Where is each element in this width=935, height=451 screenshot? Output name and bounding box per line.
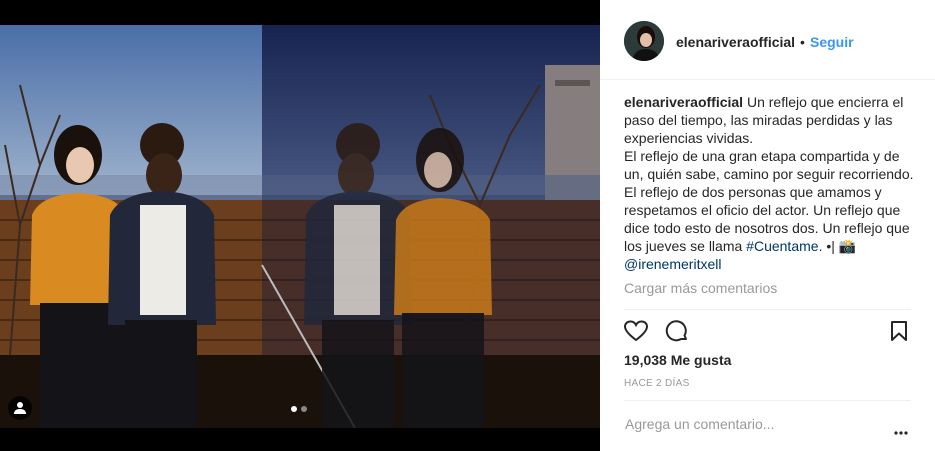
photo-area	[0, 0, 600, 451]
heart-icon[interactable]	[623, 320, 649, 347]
comment-input[interactable]: Agrega un comentario...	[625, 416, 774, 432]
header-username[interactable]: elenariveraofficial	[676, 34, 795, 50]
caption-hashtag[interactable]: #Cuentame	[746, 238, 818, 254]
avatar[interactable]	[624, 21, 664, 61]
post-photo[interactable]	[0, 25, 600, 428]
post-timestamp[interactable]: HACE 2 DÍAS	[624, 378, 690, 389]
post-header: elenariveraofficial • Seguir	[600, 0, 935, 80]
actions-divider	[624, 309, 911, 310]
more-options-icon[interactable]	[894, 422, 908, 440]
header-separator: •	[800, 34, 805, 50]
carousel-dot	[301, 406, 307, 412]
comment-icon[interactable]	[665, 319, 689, 348]
caption-tail: . •| 📸	[818, 238, 857, 254]
carousel-dot-active	[291, 406, 297, 412]
bookmark-icon[interactable]	[890, 320, 908, 347]
caption-username[interactable]: elenariveraofficial	[624, 94, 743, 110]
post-details-panel: elenariveraofficial • Seguir elenarivera…	[600, 0, 935, 451]
comment-divider	[624, 400, 911, 401]
avatar-image	[624, 21, 664, 61]
photo-image	[0, 25, 600, 428]
user-tag-icon[interactable]	[8, 396, 32, 420]
follow-button[interactable]: Seguir	[810, 34, 854, 50]
carousel-indicator	[291, 406, 307, 412]
caption: elenariveraofficial Un reflejo que encie…	[624, 93, 914, 273]
likes-count[interactable]: 19,038 Me gusta	[624, 352, 731, 368]
user-tag-glyph	[14, 402, 26, 414]
load-more-comments-button[interactable]: Cargar más comentarios	[624, 280, 777, 296]
caption-mention[interactable]: @irenemeritxell	[624, 256, 721, 272]
